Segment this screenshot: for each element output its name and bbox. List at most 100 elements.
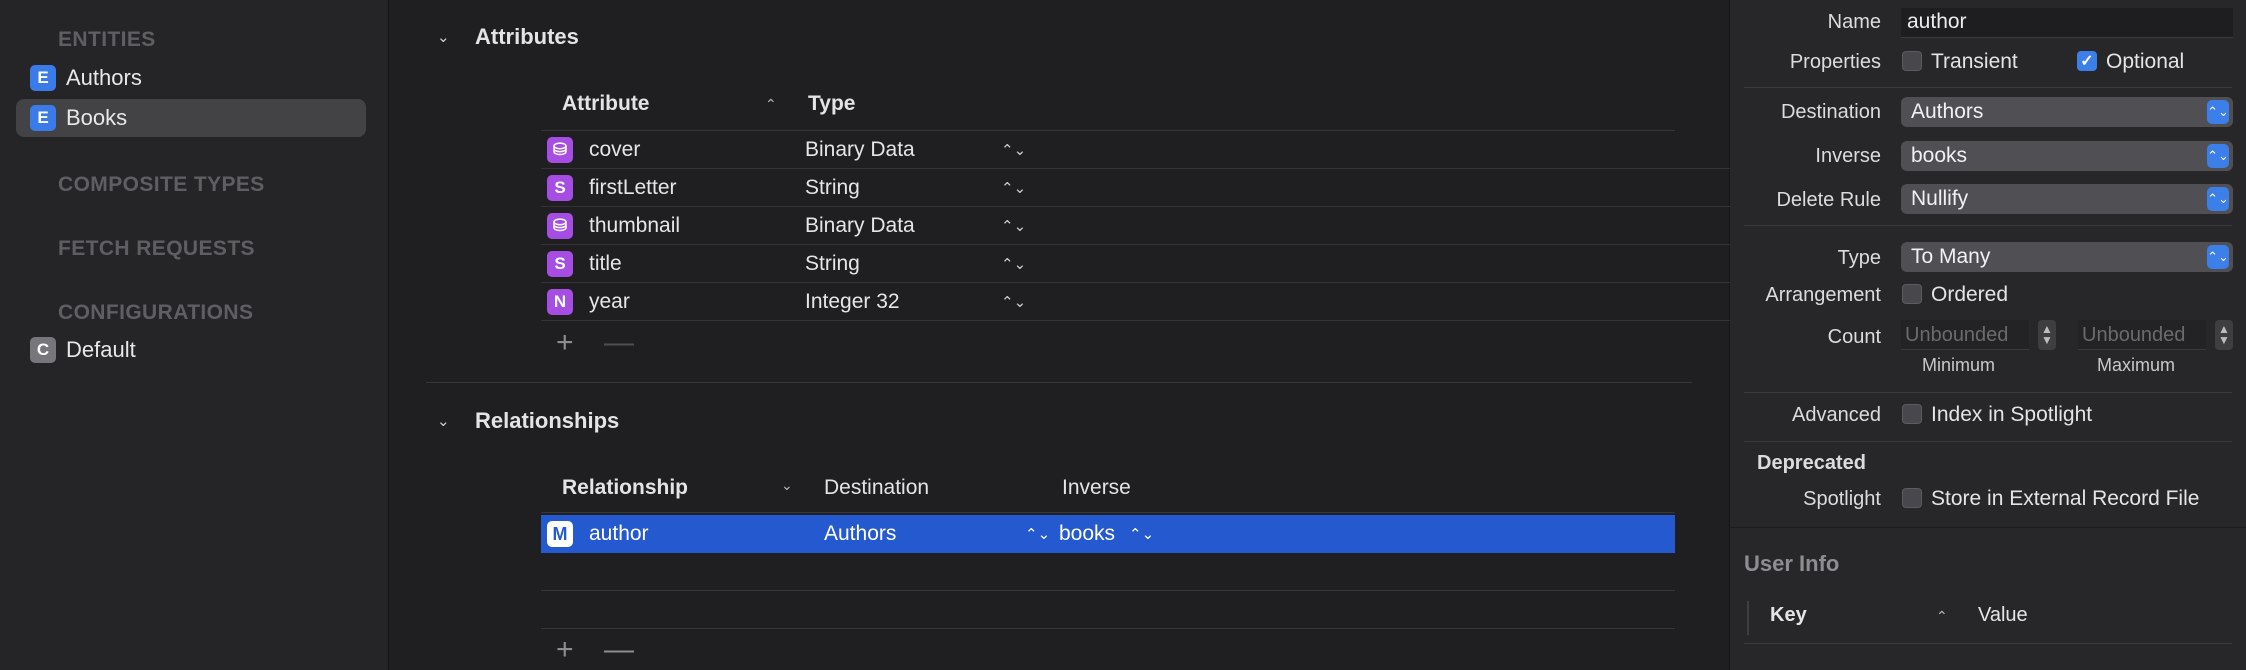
column-header-inverse[interactable]: Inverse: [1062, 476, 1131, 500]
relationship-icon: M: [547, 521, 573, 547]
attribute-type[interactable]: String: [805, 176, 860, 200]
popup-stepper-icon[interactable]: ⌃⌄: [1129, 525, 1154, 543]
index-in-spotlight-checkbox[interactable]: [1902, 404, 1922, 424]
sort-ascending-icon[interactable]: ⌃: [1936, 608, 1948, 625]
column-header-attribute[interactable]: Attribute: [562, 92, 650, 116]
popup-arrows-icon: ⌃⌄: [2207, 187, 2229, 211]
divider: [1744, 392, 2232, 393]
sort-ascending-icon[interactable]: ⌃: [765, 96, 777, 113]
column-header-type[interactable]: Type: [808, 92, 855, 116]
divider: [541, 512, 1675, 513]
relationships-section-title: Relationships: [475, 408, 620, 433]
sidebar-item-label: Default: [66, 337, 136, 362]
column-header-value[interactable]: Value: [1978, 604, 2028, 627]
chevron-down-icon[interactable]: ⌄: [437, 28, 457, 46]
popup-stepper-icon[interactable]: ⌃⌄: [1001, 141, 1026, 159]
remove-attribute-button[interactable]: —: [604, 326, 634, 360]
add-relationship-button[interactable]: +: [556, 633, 574, 667]
spotlight-label: Spotlight: [1803, 488, 1881, 510]
name-field[interactable]: author: [1901, 8, 2233, 38]
attributes-section-header[interactable]: ⌄ Attributes: [437, 24, 579, 50]
type-popup[interactable]: To Many ⌃⌄: [1901, 242, 2233, 272]
entity-icon: E: [30, 65, 56, 91]
ordered-label: Ordered: [1931, 283, 2009, 306]
attribute-name[interactable]: thumbnail: [589, 214, 680, 238]
relationship-inverse[interactable]: books: [1059, 522, 1115, 546]
sidebar-item-books[interactable]: E Books: [16, 99, 366, 137]
column-resize-handle[interactable]: [1747, 601, 1749, 635]
configurations-heading: CONFIGURATIONS: [58, 301, 254, 324]
binary-data-icon: ⛁: [547, 213, 573, 239]
delete-rule-label: Delete Rule: [1776, 189, 1881, 211]
binary-data-icon: ⛁: [547, 137, 573, 163]
optional-checkbox[interactable]: ✓: [2077, 51, 2097, 71]
type-value: To Many: [1911, 245, 1991, 268]
divider: [1744, 441, 2232, 442]
popup-stepper-icon[interactable]: ⌃⌄: [1001, 179, 1026, 197]
popup-stepper-icon[interactable]: ⌃⌄: [1001, 217, 1026, 235]
properties-label: Properties: [1789, 51, 1881, 73]
attributes-section-title: Attributes: [475, 24, 579, 49]
sidebar: ENTITIES E Authors E Books COMPOSITE TYP…: [0, 0, 389, 670]
sidebar-item-label: Books: [66, 105, 128, 130]
relationship-name[interactable]: author: [589, 522, 649, 546]
sidebar-item-label: Authors: [66, 65, 142, 90]
column-header-destination[interactable]: Destination: [824, 476, 929, 500]
attribute-type[interactable]: Integer 32: [805, 290, 900, 314]
column-header-key[interactable]: Key: [1770, 604, 1807, 627]
entities-heading: ENTITIES: [58, 28, 156, 51]
attribute-type[interactable]: Binary Data: [805, 214, 915, 238]
add-attribute-button[interactable]: +: [556, 326, 574, 360]
entity-icon: E: [30, 105, 56, 131]
attribute-name[interactable]: firstLetter: [589, 176, 677, 200]
maximum-stepper[interactable]: ▲ ▼: [2215, 320, 2233, 350]
inverse-value: books: [1911, 144, 1968, 167]
transient-checkbox[interactable]: [1902, 51, 1922, 71]
divider: [1744, 225, 2232, 226]
relationship-row-selected[interactable]: M author Authors ⌃⌄ books ⌃⌄: [541, 515, 1675, 553]
relationship-destination[interactable]: Authors: [824, 522, 896, 546]
delete-rule-value: Nullify: [1911, 187, 1969, 210]
maximum-count-field[interactable]: Unbounded: [2078, 320, 2206, 350]
popup-stepper-icon[interactable]: ⌃⌄: [1001, 293, 1026, 311]
sidebar-item-authors[interactable]: E Authors: [16, 59, 366, 97]
inverse-popup[interactable]: books ⌃⌄: [1901, 141, 2233, 171]
optional-label: Optional: [2106, 50, 2185, 73]
sidebar-item-default[interactable]: C Default: [16, 331, 366, 369]
popup-arrows-icon: ⌃⌄: [2207, 245, 2229, 269]
destination-popup[interactable]: Authors ⌃⌄: [1901, 97, 2233, 127]
name-label: Name: [1827, 11, 1881, 33]
arrangement-label: Arrangement: [1765, 284, 1881, 306]
sort-descending-icon[interactable]: ⌄: [781, 477, 793, 494]
store-external-record-checkbox[interactable]: [1902, 488, 1922, 508]
minimum-stepper[interactable]: ▲ ▼: [2038, 320, 2056, 350]
string-type-icon: S: [547, 251, 573, 277]
minimum-count-field[interactable]: Unbounded: [1901, 320, 2029, 350]
remove-relationship-button[interactable]: —: [604, 633, 634, 667]
popup-arrows-icon: ⌃⌄: [2207, 144, 2229, 168]
chevron-down-icon[interactable]: ⌄: [437, 412, 457, 430]
column-header-relationship[interactable]: Relationship: [562, 476, 688, 500]
core-data-model-editor: ENTITIES E Authors E Books COMPOSITE TYP…: [0, 0, 2246, 670]
section-divider: [426, 382, 1692, 383]
composite-types-heading: COMPOSITE TYPES: [58, 173, 265, 196]
attribute-name[interactable]: cover: [589, 138, 640, 162]
destination-value: Authors: [1911, 100, 1984, 123]
maximum-caption: Maximum: [2097, 355, 2176, 375]
popup-stepper-icon[interactable]: ⌃⌄: [1025, 525, 1050, 543]
minimum-caption: Minimum: [1922, 355, 1996, 375]
inverse-label: Inverse: [1815, 145, 1881, 167]
relationships-section-header[interactable]: ⌄ Relationships: [437, 408, 619, 434]
entity-editor: ⌄ Attributes Attribute ⌃ Type ⛁ cover Bi…: [389, 0, 2065, 670]
delete-rule-popup[interactable]: Nullify ⌃⌄: [1901, 184, 2233, 214]
attribute-type[interactable]: Binary Data: [805, 138, 915, 162]
ordered-checkbox[interactable]: [1902, 284, 1922, 304]
user-info-title: User Info: [1744, 551, 1840, 576]
attribute-name[interactable]: year: [589, 290, 630, 314]
string-type-icon: S: [547, 175, 573, 201]
popup-stepper-icon[interactable]: ⌃⌄: [1001, 255, 1026, 273]
attribute-name[interactable]: title: [589, 252, 622, 276]
fetch-requests-heading: FETCH REQUESTS: [58, 237, 255, 260]
attribute-type[interactable]: String: [805, 252, 860, 276]
divider: [1730, 527, 2246, 528]
